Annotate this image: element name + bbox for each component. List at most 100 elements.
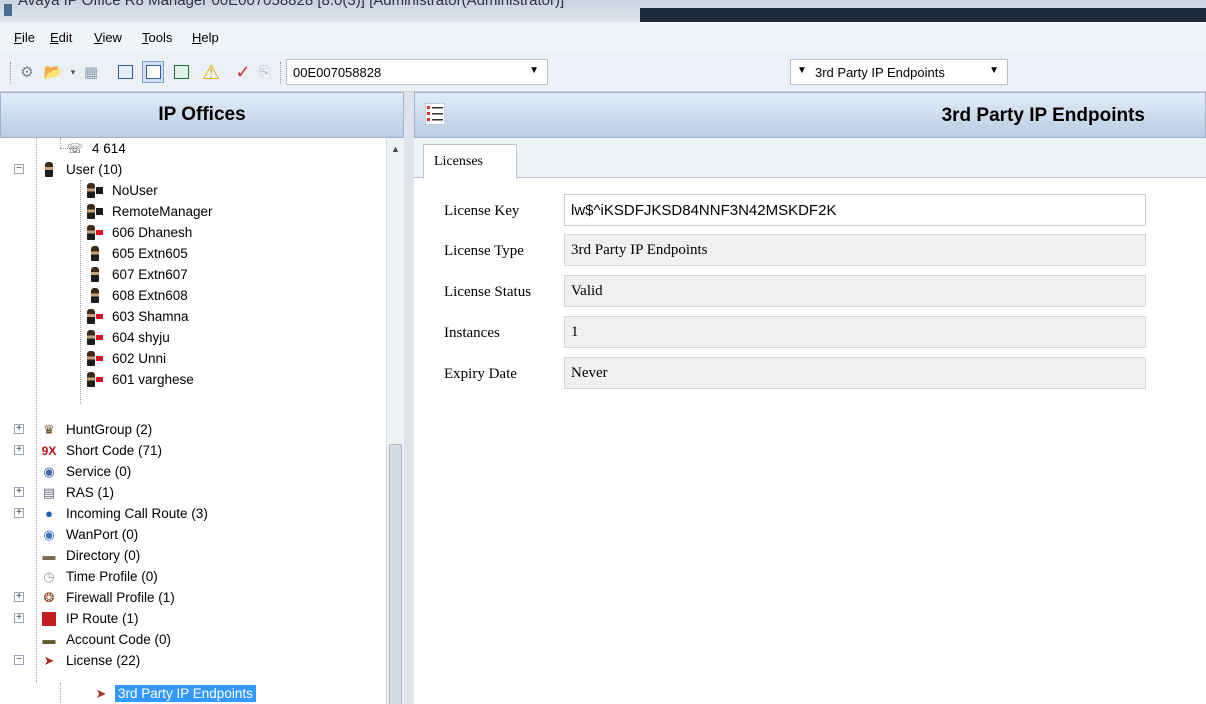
window-title: Avaya IP Office R8 Manager 00E007058828 … (18, 0, 565, 9)
user-icon (86, 351, 104, 367)
tree-item-user-608[interactable]: 608 Extn608 (86, 285, 191, 306)
app-icon (4, 4, 12, 16)
menu-help[interactable]: Help (192, 30, 219, 45)
ip-route-icon (40, 611, 58, 627)
directory-icon: ▬ (42, 548, 56, 563)
tree-item-user-607[interactable]: 607 Extn607 (86, 264, 191, 285)
tree-line (80, 180, 81, 404)
open-file-icon[interactable]: 📂 (42, 61, 64, 83)
details-title: 3rd Party IP Endpoints (941, 105, 1145, 126)
tree-item-user[interactable]: User (10) (40, 159, 125, 180)
expand-shortcode-icon[interactable]: + (14, 445, 24, 455)
chevron-down-icon[interactable]: ▼ (797, 65, 807, 76)
tree-item-user-606[interactable]: 606 Dhanesh (86, 222, 195, 243)
tree-item-user-601[interactable]: 601 varghese (86, 369, 197, 390)
user-icon (86, 309, 104, 325)
tree-item-directory[interactable]: ▬ Directory (0) (40, 545, 143, 566)
expand-huntgroup-icon[interactable]: + (14, 424, 24, 434)
details-panel: Licenses License Key lw$^iKSDFJKSD84NNF3… (414, 138, 1206, 704)
chevron-down-icon[interactable]: ▼ (529, 65, 539, 76)
context-select[interactable]: ▼ 3rd Party IP Endpoints ▼ (790, 59, 1008, 85)
clock-icon: ◷ (43, 568, 55, 584)
tree-item-extension-4614[interactable]: ☏ 4 614 (66, 138, 129, 159)
tree-scrollbar[interactable]: ▲ (386, 138, 404, 704)
group-pane-icon[interactable] (142, 61, 164, 83)
expand-ras-icon[interactable]: + (14, 487, 24, 497)
tree-item-firewall-profile[interactable]: ❂ Firewall Profile (1) (40, 587, 178, 608)
license-status-label: License Status (444, 284, 532, 300)
collapse-license-icon[interactable]: − (14, 655, 24, 665)
tree-item-short-code[interactable]: 9X Short Code (71) (40, 440, 165, 461)
tree-item-incoming-call-route[interactable]: ● Incoming Call Route (3) (40, 503, 211, 524)
license-type-field: 3rd Party IP Endpoints (564, 234, 1146, 266)
tab-strip: Licenses (414, 138, 1206, 179)
toolbar-grip[interactable] (10, 62, 13, 84)
tree-item-account-code[interactable]: ▬ Account Code (0) (40, 629, 174, 650)
shortcode-icon: 9X (41, 443, 57, 458)
tree-line (60, 138, 61, 148)
license-icon: ➤ (43, 652, 55, 668)
system-select-value: 00E007058828 (293, 65, 382, 80)
toolbar-grip-2[interactable] (280, 62, 283, 84)
scroll-up-icon[interactable]: ▲ (391, 144, 400, 154)
huntgroup-icon: ♛ (43, 421, 55, 437)
save-icon[interactable]: ▦ (80, 61, 102, 83)
user-icon (86, 246, 104, 262)
tree-item-user-602[interactable]: 602 Unni (86, 348, 169, 369)
menu-view[interactable]: View (94, 30, 122, 45)
expand-incoming-call-route-icon[interactable]: + (14, 508, 24, 518)
license-key-label: License Key (444, 203, 520, 219)
validate-checkmark-icon[interactable]: ✓ (232, 61, 254, 83)
license-key-input[interactable]: lw$^iKSDFJKSD84NNF3N42MSKDF2K (564, 194, 1146, 226)
print-icon[interactable]: ⎘ (254, 61, 276, 83)
tree-item-huntgroup[interactable]: ♛ HuntGroup (2) (40, 419, 155, 440)
phone-icon: ☏ (66, 140, 84, 156)
menu-bar: File Edit View Tools Help (0, 22, 1206, 52)
tree-item-ip-route[interactable]: IP Route (1) (40, 608, 142, 629)
tree-item-ras[interactable]: ▤ RAS (1) (40, 482, 117, 503)
navigation-pane-icon[interactable] (114, 61, 136, 83)
ras-icon: ▤ (42, 484, 56, 500)
open-config-icon[interactable]: ⚙ (16, 61, 38, 83)
tab-licenses[interactable]: Licenses (423, 144, 517, 179)
menu-file[interactable]: File (14, 30, 35, 45)
incoming-call-route-icon: ● (45, 506, 53, 521)
tree-item-user-nouser[interactable]: NoUser (86, 180, 161, 201)
details-pane-icon[interactable] (170, 61, 192, 83)
wanport-icon: ◉ (43, 526, 55, 542)
user-icon (86, 225, 104, 241)
expand-ip-route-icon[interactable]: + (14, 613, 24, 623)
title-bar-dark-region (640, 8, 1206, 22)
pane-splitter[interactable] (404, 92, 414, 704)
firewall-icon: ❂ (43, 589, 55, 605)
tree-item-user-605[interactable]: 605 Extn605 (86, 243, 191, 264)
tree-item-user-remotemanager[interactable]: RemoteManager (86, 201, 216, 222)
title-bar: Avaya IP Office R8 Manager 00E007058828 … (0, 0, 1206, 22)
scrollbar-thumb[interactable] (389, 444, 402, 704)
instances-label: Instances (444, 325, 500, 341)
tree-item-license[interactable]: ➤ License (22) (40, 650, 143, 671)
navigation-tree[interactable]: ☏ 4 614 − User (10) NoUser RemoteManager… (0, 138, 386, 704)
expand-firewall-profile-icon[interactable]: + (14, 592, 24, 602)
chevron-down-icon[interactable]: ▼ (989, 65, 999, 76)
user-icon (86, 183, 104, 199)
ip-offices-header: IP Offices (0, 92, 404, 138)
user-icon (86, 267, 104, 283)
tree-item-user-603[interactable]: 603 Shamna (86, 306, 192, 327)
tree-item-user-604[interactable]: 604 shyju (86, 327, 173, 348)
tree-item-3rd-party-ip-endpoints[interactable]: ➤ 3rd Party IP Endpoints (92, 683, 256, 704)
account-code-icon: ▬ (42, 632, 56, 647)
tree-line (36, 138, 37, 683)
license-icon: ➤ (95, 685, 107, 701)
tree-item-wanport[interactable]: ◉ WanPort (0) (40, 524, 141, 545)
expiry-date-label: Expiry Date (444, 366, 517, 382)
tree-item-service[interactable]: ◉ Service (0) (40, 461, 134, 482)
toolbar: ⚙ 📂 ▾ ▦ ⚠ ✓ ⎘ 00E007058828 ▼ ▼ 3rd Party… (0, 52, 1206, 92)
menu-edit[interactable]: Edit (50, 30, 72, 45)
system-select[interactable]: 00E007058828 ▼ (286, 59, 548, 85)
user-icon (86, 204, 104, 220)
menu-tools[interactable]: Tools (142, 30, 172, 45)
warning-icon[interactable]: ⚠ (200, 61, 222, 84)
collapse-user-icon[interactable]: − (14, 164, 24, 174)
tree-item-time-profile[interactable]: ◷ Time Profile (0) (40, 566, 161, 587)
